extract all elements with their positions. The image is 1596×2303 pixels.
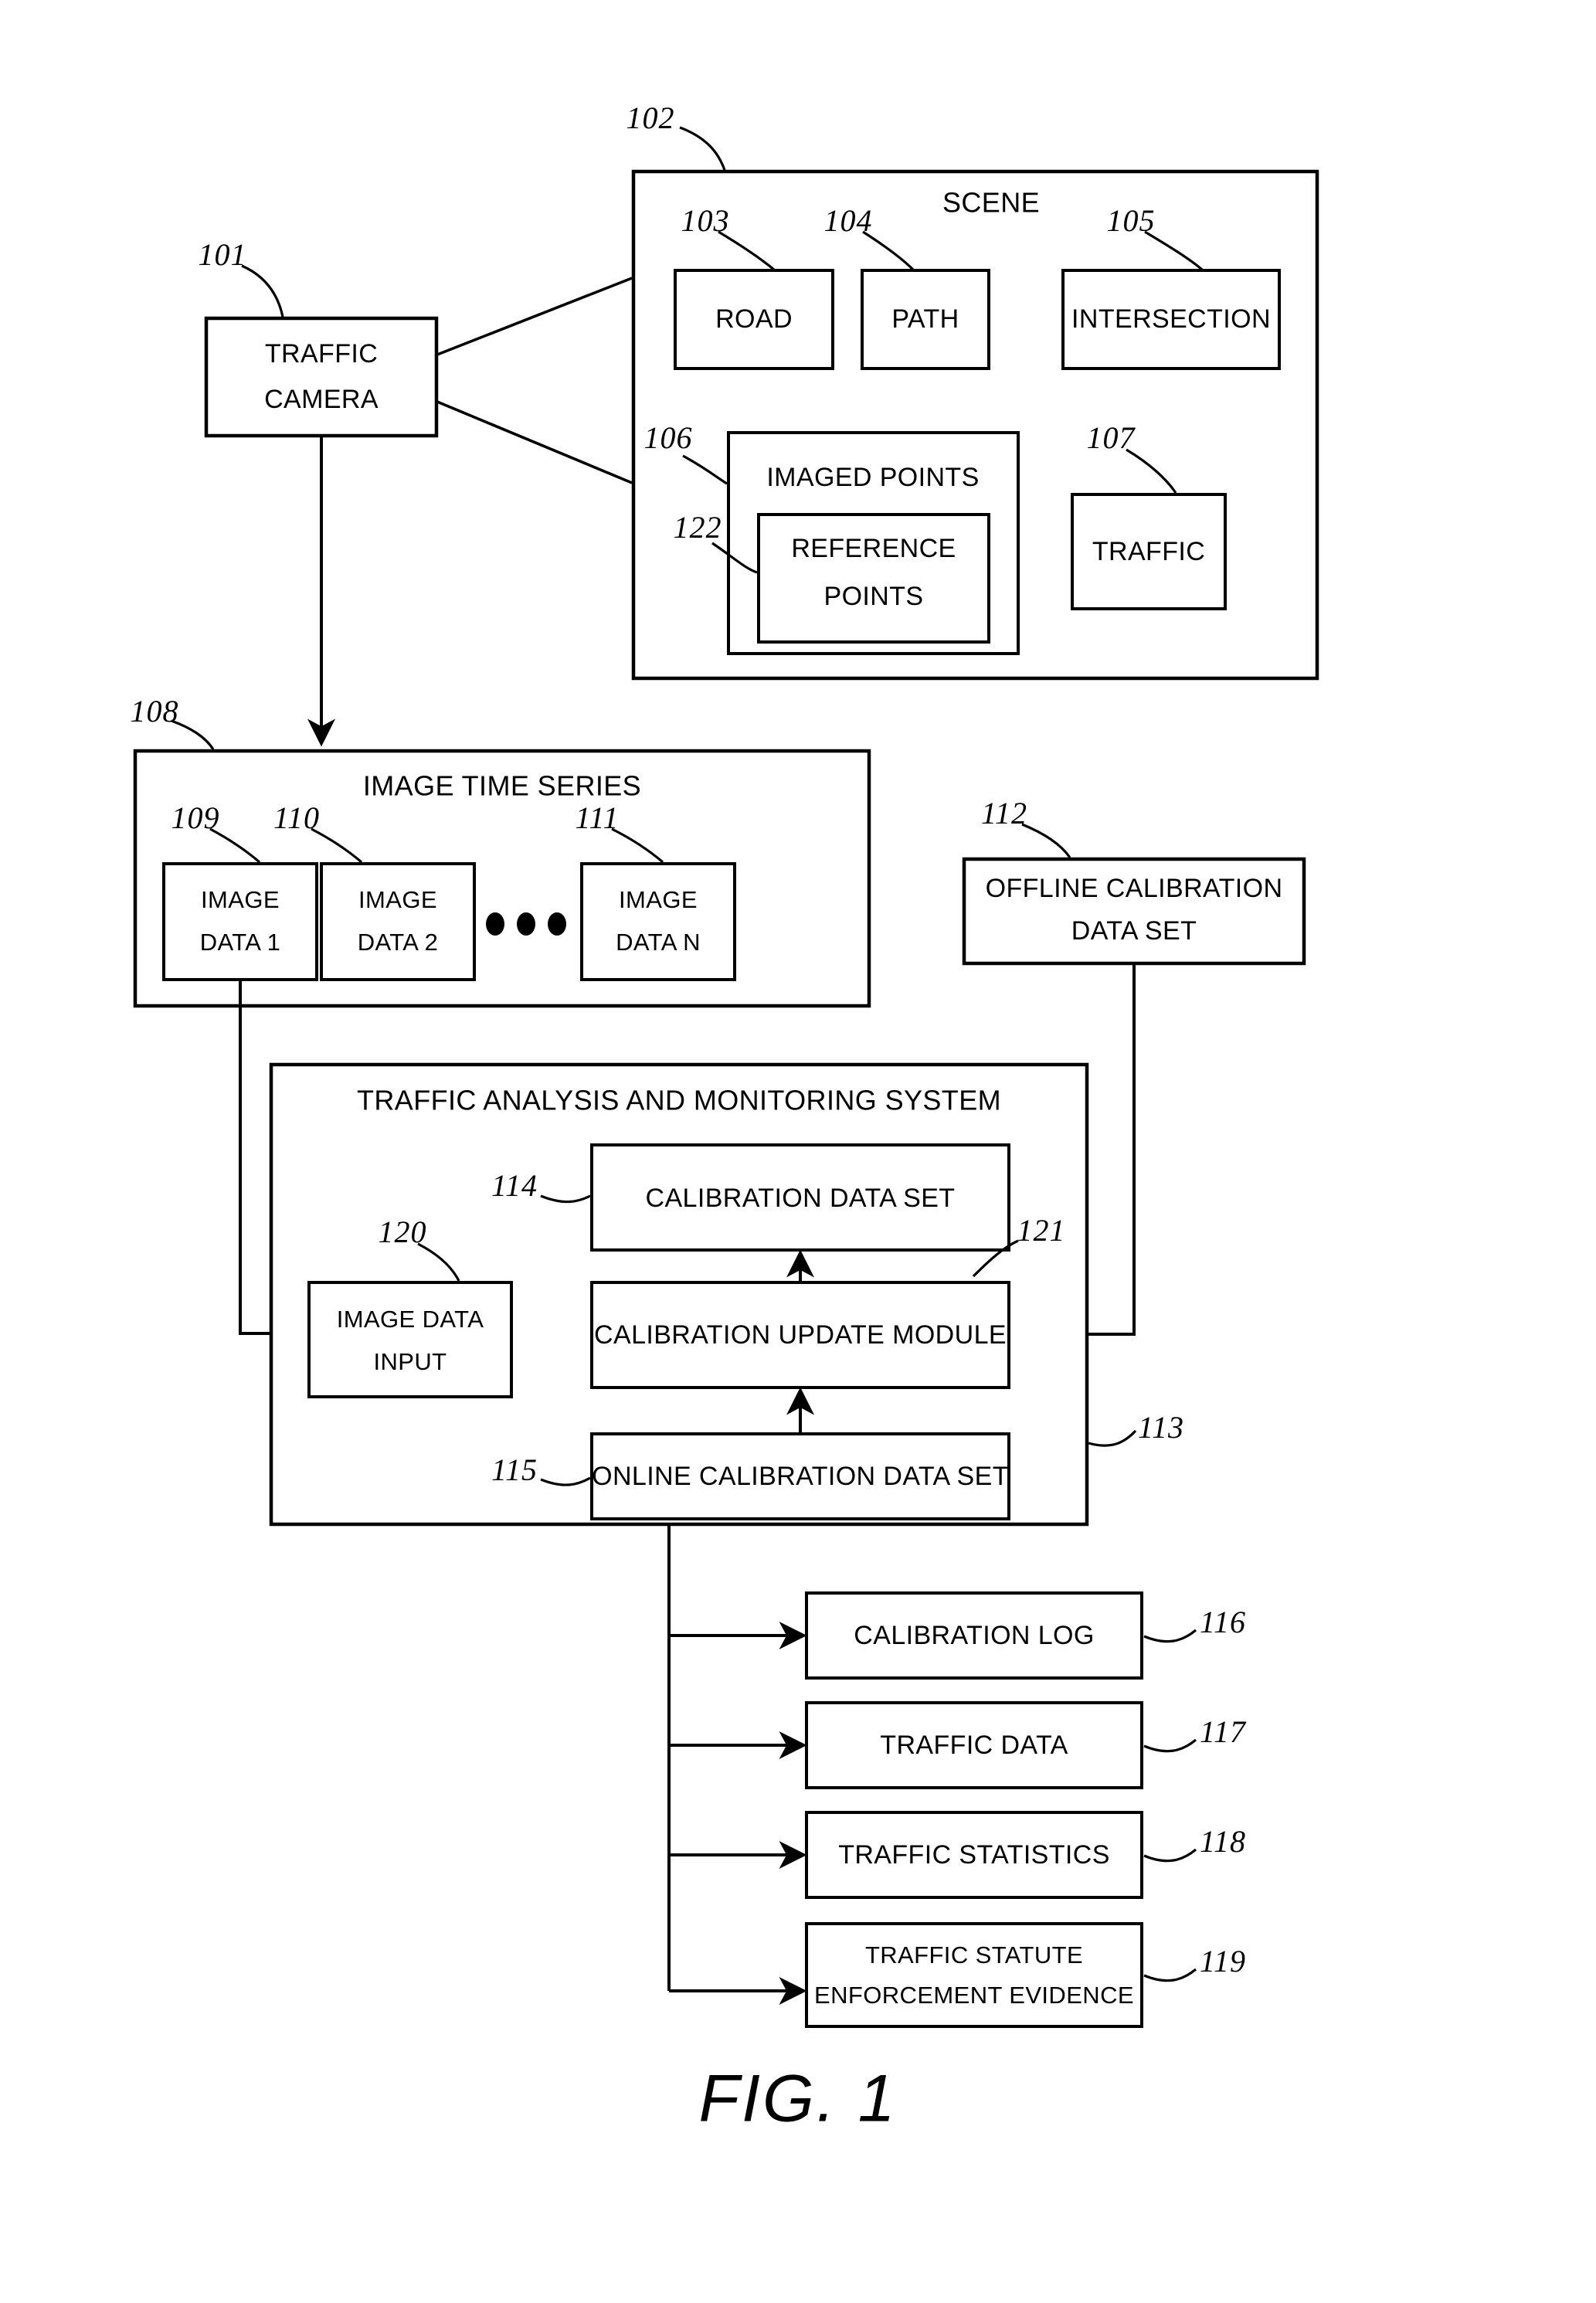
offline-calibration-label-line1: OFFLINE CALIBRATION — [986, 874, 1283, 903]
refnum-117: 117 — [1200, 1714, 1247, 1749]
leader-116 — [1143, 1629, 1197, 1643]
road-label: ROAD — [715, 304, 793, 334]
traffic-analysis-system-label: TRAFFIC ANALYSIS AND MONITORING SYSTEM — [357, 1085, 1001, 1116]
leader-112 — [1021, 823, 1071, 858]
traffic-camera-label-line2: CAMERA — [264, 385, 379, 414]
leader-102 — [679, 126, 726, 171]
leader-101 — [241, 264, 284, 318]
refnum-109: 109 — [171, 800, 220, 835]
refnum-121: 121 — [1017, 1213, 1066, 1248]
refnum-106: 106 — [644, 420, 693, 455]
image-data-1-label-line2: DATA 1 — [200, 929, 281, 956]
traffic-data-label: TRAFFIC DATA — [880, 1731, 1068, 1760]
intersection-label: INTERSECTION — [1071, 304, 1271, 334]
refnum-112: 112 — [981, 796, 1027, 831]
path-label: PATH — [891, 304, 959, 334]
traffic-statute-enforcement-evidence-box — [805, 1922, 1143, 2028]
calibration-log-label: CALIBRATION LOG — [854, 1621, 1094, 1650]
refnum-118: 118 — [1200, 1824, 1246, 1859]
image-data-input-label-line1: IMAGE DATA — [337, 1306, 484, 1333]
refnum-103: 103 — [681, 203, 730, 238]
refnum-104: 104 — [824, 203, 873, 238]
image-data-1-label-line1: IMAGE — [201, 886, 280, 913]
refnum-110: 110 — [273, 800, 320, 835]
refnum-102: 102 — [627, 100, 675, 135]
refnum-115: 115 — [491, 1452, 538, 1487]
image-data-n-box — [580, 862, 736, 981]
refnum-113: 113 — [1138, 1410, 1184, 1445]
leader-113 — [1088, 1429, 1137, 1447]
image-data-n-label-line1: IMAGE — [619, 886, 698, 913]
reference-points-label-line2: POINTS — [824, 582, 924, 611]
refnum-107: 107 — [1087, 420, 1136, 455]
reference-points-label-line1: REFERENCE — [791, 534, 956, 563]
refnum-120: 120 — [379, 1214, 427, 1249]
leader-117 — [1143, 1738, 1197, 1753]
calibration-data-set-label: CALIBRATION DATA SET — [646, 1184, 956, 1213]
refnum-111: 111 — [575, 800, 619, 835]
image-time-series-label: IMAGE TIME SERIES — [363, 770, 641, 802]
offline-calibration-label-line2: DATA SET — [1071, 916, 1197, 946]
image-data-2-label-line2: DATA 2 — [358, 929, 439, 956]
ellipsis-group — [486, 912, 566, 936]
leader-119 — [1143, 1968, 1197, 1982]
sightline-upper — [436, 277, 633, 356]
patent-figure: SCENE 102 ROAD 103 PATH 104 INTERSECTION… — [0, 0, 1596, 2303]
refnum-119: 119 — [1200, 1944, 1246, 1979]
refnum-101: 101 — [199, 237, 247, 272]
calibration-update-module-label: CALIBRATION UPDATE MODULE — [594, 1320, 1007, 1350]
refnum-122: 122 — [674, 510, 722, 545]
refnum-105: 105 — [1107, 203, 1156, 238]
figure-caption: FIG. 1 — [699, 2062, 898, 2136]
image-data-input-box — [307, 1281, 513, 1398]
traffic-statute-label-line1: TRAFFIC STATUTE — [865, 1941, 1083, 1968]
image-data-1-box — [162, 862, 318, 981]
sightline-lower — [436, 400, 633, 484]
traffic-statute-label-line2: ENFORCEMENT EVIDENCE — [814, 1982, 1134, 2009]
figure-canvas: SCENE 102 ROAD 103 PATH 104 INTERSECTION… — [131, 100, 1319, 2136]
online-calibration-data-set-label: ONLINE CALIBRATION DATA SET — [592, 1462, 1009, 1491]
traffic-camera-label-line1: TRAFFIC — [265, 339, 378, 369]
traffic-camera-box — [204, 316, 439, 438]
refnum-116: 116 — [1200, 1605, 1246, 1639]
refnum-114: 114 — [491, 1168, 538, 1203]
image-data-2-label-line1: IMAGE — [358, 886, 437, 913]
image-data-input-label-line2: INPUT — [374, 1348, 447, 1375]
imaged-points-label: IMAGED POINTS — [766, 463, 979, 492]
traffic-label: TRAFFIC — [1092, 537, 1205, 566]
traffic-statistics-label: TRAFFIC STATISTICS — [838, 1840, 1110, 1870]
image-data-n-label-line2: DATA N — [616, 929, 701, 956]
image-data-2-box — [320, 862, 476, 981]
scene-label: SCENE — [942, 187, 1040, 219]
leader-118 — [1143, 1848, 1197, 1863]
refnum-108: 108 — [131, 694, 179, 729]
